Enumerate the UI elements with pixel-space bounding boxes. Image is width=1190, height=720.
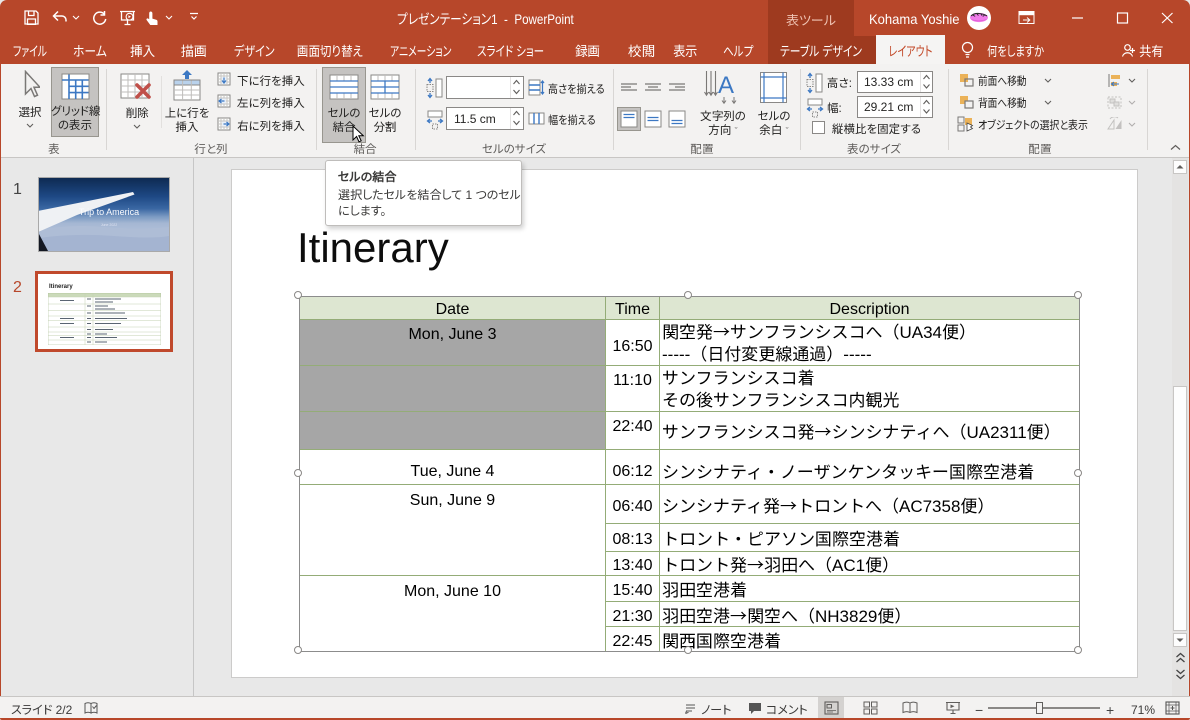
- svg-text:June 2022: June 2022: [101, 223, 117, 227]
- svg-text:A: A: [718, 72, 734, 99]
- svg-text:Trip to America: Trip to America: [79, 207, 139, 217]
